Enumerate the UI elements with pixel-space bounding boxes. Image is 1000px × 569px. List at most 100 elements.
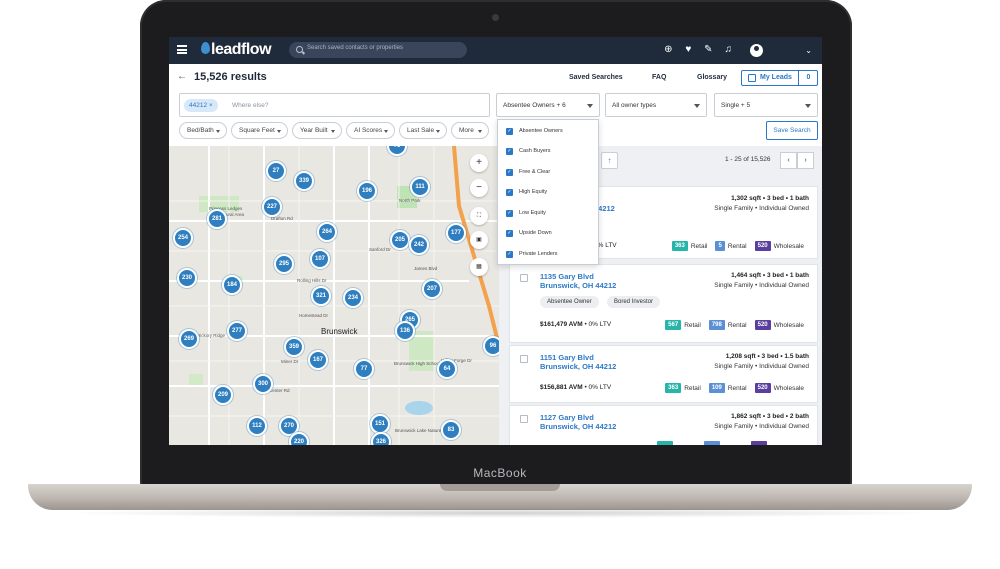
owner-filter-select[interactable]: Absentee Owners + 6	[496, 93, 600, 117]
dropdown-option[interactable]: ✓ High Equity	[506, 185, 547, 199]
map-view[interactable]: Princess Ledges Natural Area Drafton Rd …	[169, 146, 499, 445]
faq-link[interactable]: FAQ	[652, 74, 666, 81]
property-type: Single Family • Individual Owned	[714, 423, 809, 430]
map-cluster[interactable]: 64	[437, 359, 457, 379]
year-built-filter[interactable]: Year Built	[292, 122, 342, 139]
checkbox-checked-icon[interactable]: ✓	[506, 188, 513, 196]
map-cluster[interactable]: 227	[262, 197, 282, 217]
select-checkbox[interactable]	[520, 415, 528, 423]
layers-icon[interactable]: ▦	[470, 258, 488, 276]
property-card[interactable]: 1151 Gary Blvd Brunswick, OH 44212 1,208…	[509, 345, 818, 403]
checkbox-checked-icon[interactable]: ✓	[506, 209, 513, 217]
map-cluster[interactable]: 96	[483, 336, 499, 356]
property-address-line2[interactable]: Brunswick, OH 44212	[540, 362, 616, 371]
map-cluster[interactable]: 167	[308, 350, 328, 370]
map-cluster[interactable]: 196	[357, 181, 377, 201]
property-address-line1[interactable]: 1151 Gary Blvd	[540, 353, 594, 362]
map-cluster[interactable]: 281	[207, 209, 227, 229]
dropdown-option[interactable]: ✓ Free & Clear	[506, 165, 550, 179]
property-card[interactable]: 1135 Gary Blvd Brunswick, OH 44212 1,464…	[509, 264, 818, 343]
trash-icon[interactable]: ▣	[470, 231, 488, 249]
dropdown-option[interactable]: ✓ Upside Down	[506, 226, 552, 240]
map-cluster[interactable]: 27	[266, 161, 286, 181]
saved-searches-link[interactable]: Saved Searches	[569, 74, 623, 81]
select-checkbox[interactable]	[520, 355, 528, 363]
property-address-line1[interactable]: 1135 Gary Blvd	[540, 272, 594, 281]
zip-chip[interactable]: 44212 ×	[184, 99, 218, 112]
map-cluster[interactable]: 234	[343, 288, 363, 308]
pill-label: Bed/Bath	[187, 127, 214, 134]
map-cluster[interactable]: 136	[395, 321, 415, 341]
map-cluster[interactable]: 326	[371, 432, 391, 445]
chevron-down-icon[interactable]: ⌄	[805, 46, 812, 55]
map-cluster[interactable]: 209	[213, 385, 233, 405]
map-cluster[interactable]: 83	[441, 420, 461, 440]
map-cluster[interactable]: 242	[409, 235, 429, 255]
more-filter[interactable]: More	[451, 122, 489, 139]
bell-icon[interactable]: ♫	[722, 42, 734, 58]
map-cluster[interactable]: 321	[311, 286, 331, 306]
property-card[interactable]: 1127 Gary Blvd Brunswick, OH 44212 1,862…	[509, 405, 818, 445]
map-cluster[interactable]: 177	[446, 223, 466, 243]
pill-label: Year Built	[300, 127, 328, 134]
global-search-input[interactable]: Search saved contacts or properties	[289, 42, 467, 58]
expand-icon[interactable]: ⛶	[470, 207, 488, 225]
property-address-line2[interactable]: Brunswick, OH 44212	[540, 281, 616, 290]
map-cluster[interactable]: 359	[284, 337, 304, 357]
map-cluster[interactable]: 77	[354, 359, 374, 379]
map-cluster[interactable]: 205	[390, 230, 410, 250]
checkbox-checked-icon[interactable]: ✓	[506, 147, 513, 155]
map-cluster[interactable]: 264	[317, 222, 337, 242]
map-cluster[interactable]: 254	[173, 228, 193, 248]
back-arrow-icon[interactable]: ←	[177, 71, 187, 82]
map-cluster[interactable]: 184	[222, 275, 242, 295]
checkbox-checked-icon[interactable]: ✓	[506, 229, 513, 237]
map-cluster[interactable]: 111	[410, 177, 430, 197]
map-cluster[interactable]: 269	[179, 329, 199, 349]
dropdown-option[interactable]: ✓ Cash Buyers	[506, 144, 551, 158]
map-cluster[interactable]: 107	[310, 249, 330, 269]
search-placeholder: Search saved contacts or properties	[307, 45, 404, 51]
hamburger-menu-icon[interactable]	[177, 45, 187, 54]
checkbox-checked-icon[interactable]: ✓	[506, 168, 513, 176]
property-address-line1[interactable]: 1127 Gary Blvd	[540, 413, 594, 422]
next-page-button[interactable]: ›	[797, 152, 814, 169]
last-sale-filter[interactable]: Last Sale	[399, 122, 447, 139]
plus-circle-icon[interactable]: ⊕	[662, 42, 674, 58]
save-search-button[interactable]: Save Search	[766, 121, 818, 140]
bed-bath-filter[interactable]: Bed/Bath	[179, 122, 227, 139]
user-avatar-icon[interactable]	[750, 43, 764, 57]
owner-type-select[interactable]: All owner types	[605, 93, 707, 117]
square-feet-filter[interactable]: Square Feet	[231, 122, 288, 139]
dropdown-option[interactable]: ✓ Private Lenders	[506, 247, 558, 261]
my-leads-button[interactable]: My Leads 0	[741, 70, 818, 86]
checkbox-checked-icon[interactable]: ✓	[506, 250, 513, 258]
map-cluster[interactable]: 220	[289, 432, 309, 445]
map-cluster[interactable]: 339	[294, 171, 314, 191]
heart-icon[interactable]: ♥	[682, 42, 694, 58]
map-cluster[interactable]: 230	[177, 268, 197, 288]
property-address-line2[interactable]: Brunswick, OH 44212	[540, 422, 616, 431]
checkbox-checked-icon[interactable]: ✓	[506, 127, 513, 135]
pin-icon[interactable]: ✎	[702, 42, 714, 58]
dropdown-option[interactable]: ✓ Absentee Owners	[506, 124, 563, 138]
sort-arrow-icon[interactable]: ↑	[601, 152, 618, 169]
glossary-link[interactable]: Glossary	[697, 74, 727, 81]
prev-page-button[interactable]: ‹	[780, 152, 797, 169]
map-cluster[interactable]: 295	[274, 254, 294, 274]
owner-type-label: All owner types	[612, 102, 657, 109]
map-cluster[interactable]: 151	[370, 414, 390, 434]
dropdown-option[interactable]: ✓ Low Equity	[506, 206, 546, 220]
map-cluster[interactable]: 112	[247, 416, 267, 436]
map-cluster[interactable]: 300	[253, 374, 273, 394]
location-input[interactable]: 44212 × Where else?	[179, 93, 490, 117]
zoom-in-icon[interactable]: +	[470, 154, 488, 172]
select-checkbox[interactable]	[520, 274, 528, 282]
zoom-out-icon[interactable]: −	[470, 179, 488, 197]
ai-scores-filter[interactable]: AI Scores	[346, 122, 395, 139]
property-specs: 1,464 sqft • 3 bed • 1 bath	[731, 272, 809, 279]
app-logo[interactable]: leadflow	[211, 41, 272, 59]
map-cluster[interactable]: 277	[227, 321, 247, 341]
property-type-select[interactable]: Single + 5	[714, 93, 818, 117]
map-cluster[interactable]: 207	[422, 279, 442, 299]
